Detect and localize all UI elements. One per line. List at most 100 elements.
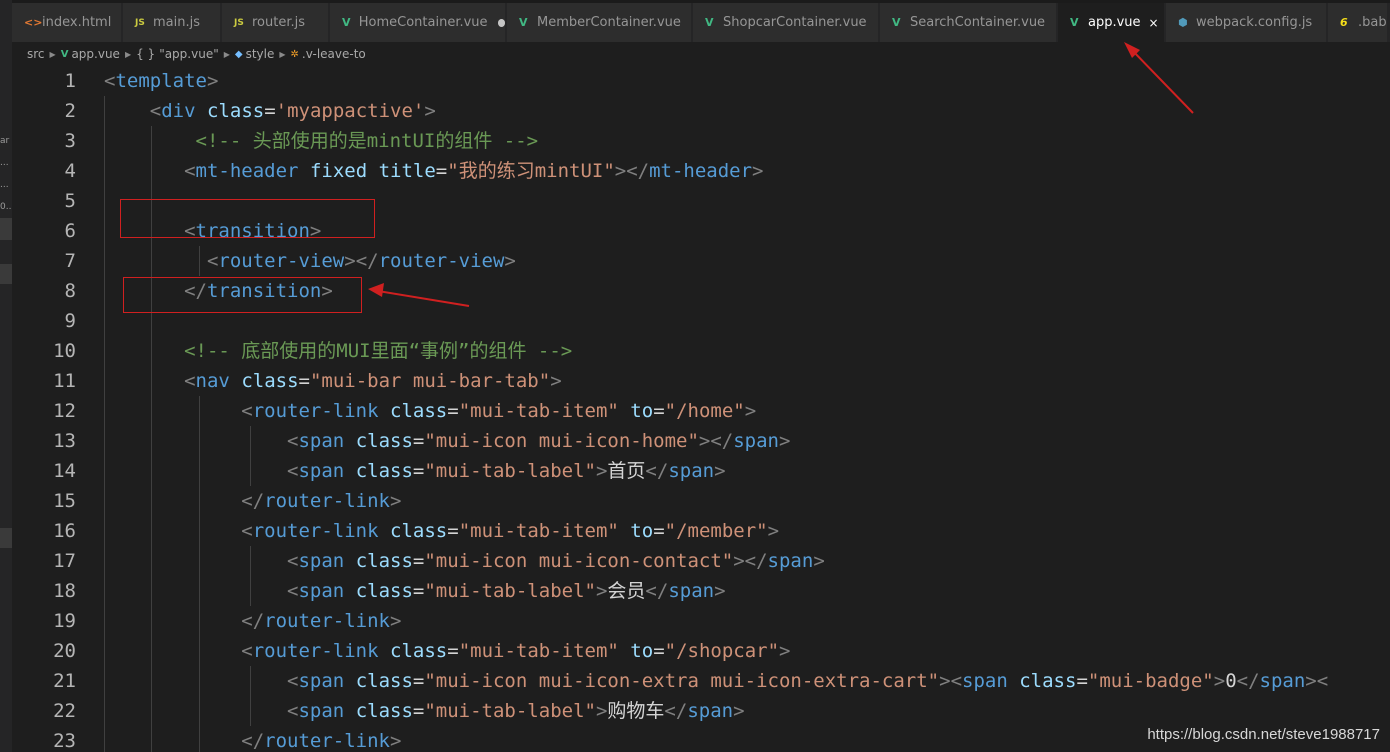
line-number: 22	[53, 700, 76, 722]
html-icon: <>	[24, 16, 43, 29]
chevron-right-icon: ▶	[124, 49, 132, 59]
code-line[interactable]: <span class="mui-icon mui-icon-home"></s…	[104, 426, 790, 456]
code-line[interactable]: <mt-header fixed title="我的练习mintUI"></mt…	[104, 156, 764, 186]
line-number: 13	[53, 430, 76, 452]
sidebar-selection	[0, 218, 12, 240]
tab-bab[interactable]: 6 .bab	[1328, 3, 1388, 42]
code-line[interactable]: <span class="mui-icon mui-icon-extra mui…	[104, 666, 1328, 696]
code-token: nav	[195, 370, 230, 392]
breadcrumb-folder[interactable]: src	[27, 47, 45, 61]
code-line[interactable]: <span class="mui-tab-label">购物车</span>	[104, 696, 745, 726]
code-editor[interactable]: 1 <template> 2 <div class='myappactive'> 3 …	[12, 66, 1390, 752]
code-line[interactable]: <router-link class="mui-tab-item" to="/h…	[104, 396, 756, 426]
code-token: span	[668, 460, 715, 482]
code-line[interactable]: <!-- 底部使用的MUI里面“事例”的组件 -->	[104, 336, 572, 366]
code-token: "mui-tab-label"	[424, 460, 596, 482]
code-token: =	[653, 400, 665, 422]
code-line[interactable]: <router-view></router-view>	[104, 246, 516, 276]
line-number: 9	[64, 310, 76, 332]
tab-homecontainer-vue[interactable]: V HomeContainer.vue	[330, 3, 506, 42]
code-line[interactable]: <router-link class="mui-tab-item" to="/m…	[104, 516, 779, 546]
code-token: </	[241, 490, 265, 512]
vue-icon: V	[342, 16, 351, 29]
code-token: 'myappactive'	[275, 100, 425, 122]
breadcrumb-section[interactable]: style	[246, 47, 275, 61]
code-line[interactable]: <!-- 头部使用的是mintUI的组件 -->	[104, 126, 539, 156]
code-token: <	[287, 580, 299, 602]
code-token: ></	[698, 430, 734, 452]
line-number: 11	[53, 370, 76, 392]
code-token: <	[287, 700, 299, 722]
code-token: </	[1236, 670, 1260, 692]
line-number: 18	[53, 580, 76, 602]
code-token: "mui-tab-label"	[424, 580, 596, 602]
sidebar-fragment: ...	[0, 180, 9, 190]
tab-webpack-config-js[interactable]: ⬢ webpack.config.js	[1166, 3, 1327, 42]
code-token: =	[435, 160, 448, 182]
code-line[interactable]: <template>	[104, 66, 218, 96]
code-token: template	[115, 70, 207, 92]
code-line[interactable]: <div class='myappactive'>	[104, 96, 436, 126]
code-line[interactable]: </router-link>	[104, 486, 401, 516]
line-number: 23	[53, 730, 76, 752]
sidebar-fragment: ...	[0, 158, 9, 168]
tab-index-html[interactable]: <>index.html ×	[12, 3, 122, 42]
tab-main-js[interactable]: JS main.js	[123, 3, 221, 42]
tab-app-vue[interactable]: Vapp.vue ×	[1058, 3, 1165, 42]
code-token: to	[630, 520, 654, 542]
code-token: span	[962, 670, 1008, 692]
tab-searchcontainer-vue[interactable]: V SearchContainer.vue	[880, 3, 1057, 42]
code-line[interactable]: </router-link>	[104, 606, 401, 636]
tab-membercontainer-vue[interactable]: V MemberContainer.vue	[507, 3, 692, 42]
code-token: span	[298, 460, 345, 482]
tab-shopcarcontainer-vue[interactable]: V ShopcarContainer.vue	[693, 3, 879, 42]
breadcrumb-module[interactable]: "app.vue"	[159, 47, 219, 61]
code-token: >	[752, 160, 764, 182]
code-token: =	[653, 520, 665, 542]
code-token: class	[355, 700, 413, 722]
code-token: span	[298, 580, 345, 602]
close-icon[interactable]: ×	[119, 16, 121, 30]
annotation-box-transition-open	[120, 199, 375, 238]
code-line[interactable]: <nav class="mui-bar mui-bar-tab">	[104, 366, 562, 396]
breadcrumb-file[interactable]: app.vue	[71, 47, 120, 61]
code-line[interactable]: <router-link class="mui-tab-item" to="/s…	[104, 636, 790, 666]
code-token: "/shopcar"	[664, 640, 780, 662]
line-number: 20	[53, 640, 76, 662]
code-token: =	[447, 640, 459, 662]
line-number: 3	[64, 130, 76, 152]
code-line[interactable]: <span class="mui-icon mui-icon-contact">…	[104, 546, 825, 576]
code-token: "/member"	[664, 520, 768, 542]
code-token: </	[241, 610, 265, 632]
code-token: >	[550, 370, 562, 392]
code-line[interactable]: </router-link>	[104, 726, 401, 752]
tab-label: HomeContainer.vue	[358, 15, 488, 30]
line-number: 15	[53, 490, 76, 512]
tab-router-js[interactable]: JS router.js	[222, 3, 329, 42]
code-line[interactable]: <span class="mui-tab-label">首页</span>	[104, 456, 726, 486]
code-token: <	[149, 100, 162, 122]
code-token: router-link	[252, 400, 379, 422]
sidebar-fragment: ar	[0, 136, 10, 146]
code-token: <	[184, 370, 196, 392]
breadcrumb-selector[interactable]: .v-leave-to	[302, 47, 366, 61]
code-token: router-link	[252, 640, 379, 662]
tab-label: index.html	[42, 15, 112, 30]
code-token: <	[241, 520, 253, 542]
code-token: ></	[614, 160, 650, 182]
code-token: =	[1076, 670, 1088, 692]
side-panel-edge: ar ... ... 0...	[0, 0, 12, 752]
code-token: <	[287, 460, 299, 482]
unsaved-dot-icon[interactable]	[497, 18, 505, 27]
code-line[interactable]: <span class="mui-tab-label">会员</span>	[104, 576, 726, 606]
close-icon[interactable]: ×	[1149, 16, 1159, 30]
